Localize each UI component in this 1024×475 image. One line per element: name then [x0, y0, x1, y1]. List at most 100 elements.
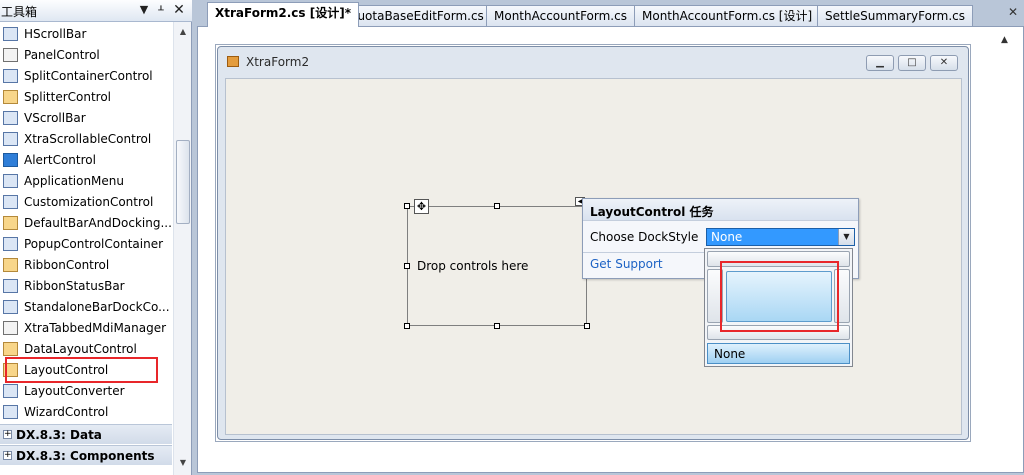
- designer-area: ▲ XtraForm2 ▁ □ ✕ Drop controls here ✥ ◀…: [197, 26, 1024, 473]
- expand-icon[interactable]: +: [3, 430, 12, 439]
- toolbox-category-data[interactable]: + DX.8.3: Data: [0, 424, 172, 444]
- toolbox-item-layoutconverter[interactable]: LayoutConverter: [0, 381, 172, 402]
- maximize-icon[interactable]: □: [898, 55, 926, 71]
- toolbox-item-label: PanelControl: [24, 48, 100, 62]
- toolbox-item-alertcontrol[interactable]: AlertControl: [0, 150, 172, 171]
- tab-quotabaseeditform[interactable]: QuotaBaseEditForm.cs: [340, 5, 492, 26]
- splitter-icon: [3, 90, 18, 104]
- toolbox-item-label: SplitContainerControl: [24, 69, 153, 83]
- resize-grip[interactable]: [404, 203, 410, 209]
- highlight-dock-fill: [720, 261, 839, 332]
- toolbox-item-label: PopupControlContainer: [24, 237, 164, 251]
- tab-settlesummaryform[interactable]: SettleSummaryForm.cs: [817, 5, 974, 26]
- document-tabstrip: XtraForm2.cs [设计]* QuotaBaseEditForm.cs …: [193, 0, 1024, 27]
- resize-grip[interactable]: [584, 323, 590, 329]
- toolbox-item-wizardcontrol[interactable]: WizardControl: [0, 402, 172, 423]
- dock-style-dropdown: None: [704, 248, 853, 367]
- form-window[interactable]: XtraForm2 ▁ □ ✕ Drop controls here ✥ ◀ L…: [217, 46, 969, 440]
- form-title: XtraForm2: [246, 55, 310, 69]
- toolbox-item-label: DataLayoutControl: [24, 342, 137, 356]
- layout-control-placeholder[interactable]: Drop controls here: [407, 206, 587, 326]
- dock-style-label: Choose DockStyle: [590, 230, 699, 244]
- toolbox-item-vscrollbar[interactable]: VScrollBar: [0, 108, 172, 129]
- toolbox-item-defaultbaranddocking[interactable]: DefaultBarAndDocking...: [0, 213, 172, 234]
- category-label: DX.8.3: Data: [16, 428, 102, 442]
- tab-xtraform2-design[interactable]: XtraForm2.cs [设计]*: [207, 2, 359, 27]
- toolbox-item-label: XtraScrollableControl: [24, 132, 152, 146]
- data-layout-icon: [3, 342, 18, 356]
- dock-none-option[interactable]: None: [707, 343, 850, 364]
- bar-docking-icon: [3, 216, 18, 230]
- dropdown-icon[interactable]: ▼: [136, 2, 152, 18]
- dock-none-label: None: [714, 347, 746, 361]
- toolbox-item-label: SplitterControl: [24, 90, 112, 104]
- tabbed-mdi-icon: [3, 321, 18, 335]
- form-titlebar: XtraForm2 ▁ □ ✕: [218, 47, 968, 78]
- form-app-icon: [227, 56, 239, 67]
- toolbox-item-xtrascrollablecontrol[interactable]: XtraScrollableControl: [0, 129, 172, 150]
- scrollable-icon: [3, 132, 18, 146]
- customization-icon: [3, 195, 18, 209]
- toolbox-header: 工具箱 ▼ ᚆ ✕: [0, 0, 192, 22]
- close-icon[interactable]: ✕: [1008, 5, 1018, 19]
- vscrollbar-icon: [3, 111, 18, 125]
- wizard-icon: [3, 405, 18, 419]
- resize-grip[interactable]: [494, 203, 500, 209]
- tab-monthaccountform-design[interactable]: MonthAccountForm.cs [设计]: [634, 5, 821, 26]
- chevron-down-icon[interactable]: ▼: [838, 229, 854, 245]
- standalone-bar-icon: [3, 300, 18, 314]
- tab-monthaccountform[interactable]: MonthAccountForm.cs: [486, 5, 635, 26]
- ribbon-icon: [3, 258, 18, 272]
- resize-grip[interactable]: [404, 323, 410, 329]
- scrollbar-thumb[interactable]: [176, 140, 190, 224]
- dock-style-value: None: [711, 230, 743, 244]
- scroll-down-icon[interactable]: ▼: [174, 455, 192, 471]
- toolbox-item-splittercontrol[interactable]: SplitterControl: [0, 87, 172, 108]
- toolbox-item-popupcontrolcontainer[interactable]: PopupControlContainer: [0, 234, 172, 255]
- resize-grip[interactable]: [404, 263, 410, 269]
- close-icon[interactable]: ✕: [171, 2, 187, 18]
- scroll-up-icon[interactable]: ▲: [174, 24, 192, 40]
- get-support-link[interactable]: Get Support: [590, 257, 663, 271]
- toolbox-panel: 工具箱 ▼ ᚆ ✕ HScrollBar PanelControl SplitC…: [0, 0, 192, 475]
- toolbox-item-label: LayoutConverter: [24, 384, 125, 398]
- toolbox-item-ribbonstatusbar[interactable]: RibbonStatusBar: [0, 276, 172, 297]
- expand-icon[interactable]: +: [3, 451, 12, 460]
- toolbox-title: 工具箱: [1, 5, 38, 19]
- minimize-icon[interactable]: ▁: [866, 55, 894, 71]
- toolbox-item-label: WizardControl: [24, 405, 109, 419]
- tasks-header: LayoutControl 任务: [583, 199, 858, 221]
- application-menu-icon: [3, 174, 18, 188]
- toolbox-item-xtratabbedmdimanager[interactable]: XtraTabbedMdiManager: [0, 318, 172, 339]
- toolbox-item-label: RibbonStatusBar: [24, 279, 125, 293]
- resize-grip[interactable]: [494, 323, 500, 329]
- layout-converter-icon: [3, 384, 18, 398]
- toolbox-item-ribboncontrol[interactable]: RibbonControl: [0, 255, 172, 276]
- toolbox-item-label: VScrollBar: [24, 111, 86, 125]
- toolbox-item-label: ApplicationMenu: [24, 174, 124, 188]
- toolbox-item-hscrollbar[interactable]: HScrollBar: [0, 24, 172, 45]
- toolbox-category-components[interactable]: + DX.8.3: Components: [0, 445, 172, 465]
- dock-style-select[interactable]: None ▼: [706, 228, 855, 246]
- form-client-area[interactable]: Drop controls here ✥ ◀ LayoutControl 任务 …: [225, 78, 962, 435]
- toolbox-scrollbar[interactable]: ▲ ▼: [173, 22, 191, 475]
- toolbox-item-label: StandaloneBarDockCo...: [24, 300, 170, 314]
- hscrollbar-icon: [3, 27, 18, 41]
- toolbox-item-label: DefaultBarAndDocking...: [24, 216, 172, 230]
- popup-container-icon: [3, 237, 18, 251]
- toolbox-item-customizationcontrol[interactable]: CustomizationControl: [0, 192, 172, 213]
- toolbox-list: HScrollBar PanelControl SplitContainerCo…: [0, 22, 172, 475]
- scroll-up-icon[interactable]: ▲: [1001, 35, 1008, 45]
- move-handle-icon[interactable]: ✥: [414, 199, 429, 214]
- toolbox-item-applicationmenu[interactable]: ApplicationMenu: [0, 171, 172, 192]
- toolbox-item-panelcontrol[interactable]: PanelControl: [0, 45, 172, 66]
- close-icon[interactable]: ✕: [930, 55, 958, 71]
- tasks-title: LayoutControl 任务: [590, 205, 714, 219]
- toolbox-item-splitcontainercontrol[interactable]: SplitContainerControl: [0, 66, 172, 87]
- toolbox-item-label: CustomizationControl: [24, 195, 154, 209]
- toolbox-item-label: XtraTabbedMdiManager: [24, 321, 167, 335]
- pin-icon[interactable]: ᚆ: [153, 2, 169, 18]
- ribbon-statusbar-icon: [3, 279, 18, 293]
- toolbox-item-standalonebardockcontrol[interactable]: StandaloneBarDockCo...: [0, 297, 172, 318]
- alert-icon: [3, 153, 18, 167]
